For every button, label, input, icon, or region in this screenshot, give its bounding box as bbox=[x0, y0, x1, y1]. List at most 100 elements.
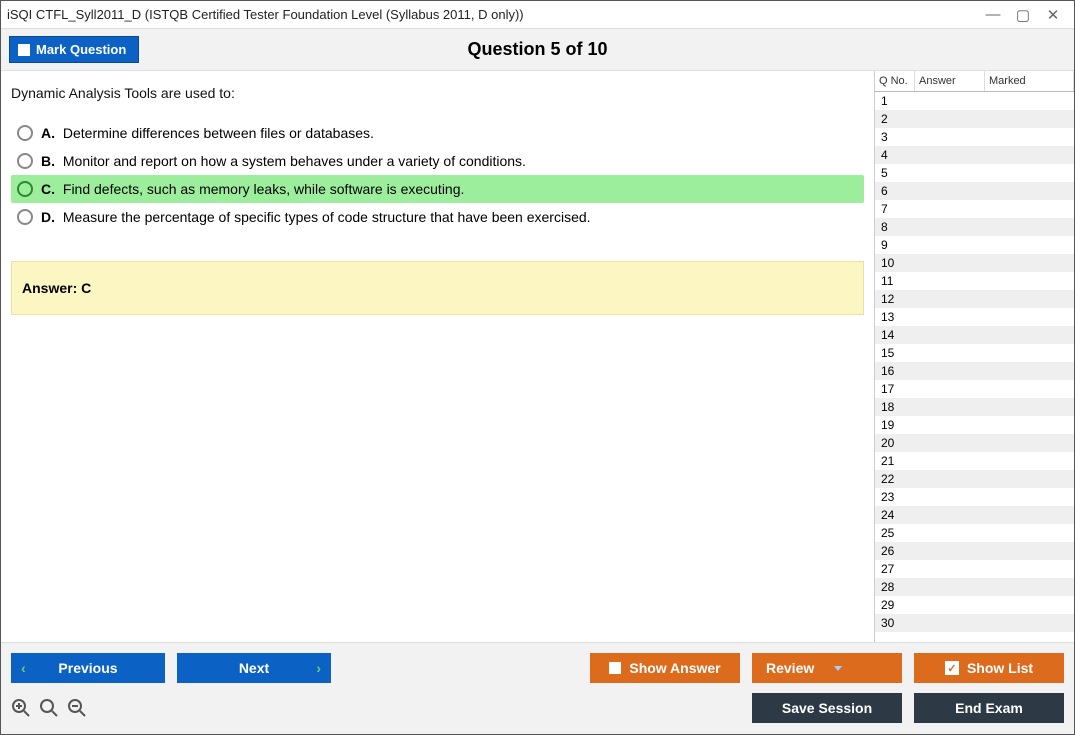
radio-icon[interactable] bbox=[17, 125, 33, 141]
question-panel: Dynamic Analysis Tools are used to: A. D… bbox=[1, 71, 874, 642]
qlist-qno: 1 bbox=[875, 94, 915, 108]
qlist-row[interactable]: 10 bbox=[875, 254, 1074, 272]
zoom-reset-icon[interactable] bbox=[39, 698, 59, 718]
zoom-out-icon[interactable] bbox=[67, 698, 87, 718]
qlist-row[interactable]: 5 bbox=[875, 164, 1074, 182]
square-icon bbox=[609, 662, 621, 674]
qlist-row[interactable]: 15 bbox=[875, 344, 1074, 362]
close-icon[interactable]: ✕ bbox=[1038, 6, 1068, 24]
qlist-row[interactable]: 22 bbox=[875, 470, 1074, 488]
next-button[interactable]: Next › bbox=[177, 653, 331, 683]
qlist-row[interactable]: 21 bbox=[875, 452, 1074, 470]
qlist-row[interactable]: 24 bbox=[875, 506, 1074, 524]
show-answer-button[interactable]: Show Answer bbox=[590, 653, 740, 683]
col-marked: Marked bbox=[985, 71, 1074, 91]
radio-icon[interactable] bbox=[17, 181, 33, 197]
mark-question-label: Mark Question bbox=[36, 42, 126, 57]
previous-button[interactable]: ‹ Previous bbox=[11, 653, 165, 683]
qlist-row[interactable]: 25 bbox=[875, 524, 1074, 542]
radio-icon[interactable] bbox=[17, 153, 33, 169]
qlist-qno: 28 bbox=[875, 580, 915, 594]
qlist-row[interactable]: 27 bbox=[875, 560, 1074, 578]
qlist-row[interactable]: 11 bbox=[875, 272, 1074, 290]
qlist-qno: 4 bbox=[875, 148, 915, 162]
maximize-icon[interactable]: ▢ bbox=[1008, 6, 1038, 24]
titlebar: iSQI CTFL_Syll2011_D (ISTQB Certified Te… bbox=[1, 1, 1074, 29]
previous-label: Previous bbox=[58, 660, 117, 676]
option-text: Measure the percentage of specific types… bbox=[59, 209, 591, 225]
qlist-qno: 6 bbox=[875, 184, 915, 198]
radio-icon[interactable] bbox=[17, 209, 33, 225]
qlist-row[interactable]: 12 bbox=[875, 290, 1074, 308]
mark-question-button[interactable]: Mark Question bbox=[9, 36, 139, 63]
qlist-qno: 11 bbox=[875, 274, 915, 288]
qlist-row[interactable]: 29 bbox=[875, 596, 1074, 614]
option-row[interactable]: C. Find defects, such as memory leaks, w… bbox=[11, 175, 864, 203]
qlist-qno: 14 bbox=[875, 328, 915, 342]
zoom-in-icon[interactable] bbox=[11, 698, 31, 718]
qlist-qno: 17 bbox=[875, 382, 915, 396]
save-session-button[interactable]: Save Session bbox=[752, 693, 902, 723]
qlist-row[interactable]: 14 bbox=[875, 326, 1074, 344]
qlist-row[interactable]: 17 bbox=[875, 380, 1074, 398]
chevron-left-icon: ‹ bbox=[21, 660, 26, 676]
option-label: D. Measure the percentage of specific ty… bbox=[41, 209, 591, 225]
col-qno: Q No. bbox=[875, 71, 915, 91]
qlist-row[interactable]: 23 bbox=[875, 488, 1074, 506]
qlist-row[interactable]: 20 bbox=[875, 434, 1074, 452]
qlist-row[interactable]: 28 bbox=[875, 578, 1074, 596]
qlist-row[interactable]: 19 bbox=[875, 416, 1074, 434]
qlist-row[interactable]: 3 bbox=[875, 128, 1074, 146]
qlist-qno: 27 bbox=[875, 562, 915, 576]
option-row[interactable]: D. Measure the percentage of specific ty… bbox=[11, 203, 864, 231]
show-list-label: Show List bbox=[967, 660, 1033, 676]
app-window: iSQI CTFL_Syll2011_D (ISTQB Certified Te… bbox=[0, 0, 1075, 735]
qlist-qno: 29 bbox=[875, 598, 915, 612]
show-list-button[interactable]: ✓ Show List bbox=[914, 653, 1064, 683]
qlist-qno: 2 bbox=[875, 112, 915, 126]
qlist-row[interactable]: 1 bbox=[875, 92, 1074, 110]
minimize-icon[interactable]: — bbox=[978, 6, 1008, 23]
qlist-qno: 3 bbox=[875, 130, 915, 144]
qlist-row[interactable]: 30 bbox=[875, 614, 1074, 632]
qlist-row[interactable]: 4 bbox=[875, 146, 1074, 164]
qlist-qno: 24 bbox=[875, 508, 915, 522]
qlist-row[interactable]: 7 bbox=[875, 200, 1074, 218]
option-text: Find defects, such as memory leaks, whil… bbox=[59, 181, 464, 197]
qlist-qno: 12 bbox=[875, 292, 915, 306]
window-title: iSQI CTFL_Syll2011_D (ISTQB Certified Te… bbox=[7, 7, 524, 22]
question-text: Dynamic Analysis Tools are used to: bbox=[11, 85, 864, 101]
qlist-row[interactable]: 8 bbox=[875, 218, 1074, 236]
qlist-row[interactable]: 18 bbox=[875, 398, 1074, 416]
question-title: Question 5 of 10 bbox=[467, 39, 607, 60]
answer-box: Answer: C bbox=[11, 261, 864, 315]
content-area: Dynamic Analysis Tools are used to: A. D… bbox=[1, 71, 1074, 642]
qlist-row[interactable]: 2 bbox=[875, 110, 1074, 128]
end-exam-label: End Exam bbox=[955, 700, 1023, 716]
qlist-qno: 21 bbox=[875, 454, 915, 468]
qlist-row[interactable]: 9 bbox=[875, 236, 1074, 254]
option-row[interactable]: A. Determine differences between files o… bbox=[11, 119, 864, 147]
footer: ‹ Previous Next › Show Answer Review ✓ S… bbox=[1, 642, 1074, 734]
end-exam-button[interactable]: End Exam bbox=[914, 693, 1064, 723]
qlist-row[interactable]: 26 bbox=[875, 542, 1074, 560]
review-button[interactable]: Review bbox=[752, 653, 902, 683]
chevron-down-icon bbox=[834, 666, 842, 671]
qlist-qno: 10 bbox=[875, 256, 915, 270]
option-row[interactable]: B. Monitor and report on how a system be… bbox=[11, 147, 864, 175]
option-text: Determine differences between files or d… bbox=[59, 125, 374, 141]
header-bar: Mark Question Question 5 of 10 bbox=[1, 29, 1074, 71]
review-label: Review bbox=[766, 660, 814, 676]
qlist-qno: 25 bbox=[875, 526, 915, 540]
option-text: Monitor and report on how a system behav… bbox=[59, 153, 526, 169]
qlist-qno: 18 bbox=[875, 400, 915, 414]
option-label: A. Determine differences between files o… bbox=[41, 125, 374, 141]
qlist-qno: 30 bbox=[875, 616, 915, 630]
option-letter: A. bbox=[41, 125, 55, 141]
qlist-row[interactable]: 16 bbox=[875, 362, 1074, 380]
qlist-row[interactable]: 13 bbox=[875, 308, 1074, 326]
qlist-qno: 13 bbox=[875, 310, 915, 324]
qlist-row[interactable]: 6 bbox=[875, 182, 1074, 200]
qlist-body[interactable]: 1234567891011121314151617181920212223242… bbox=[875, 92, 1074, 642]
qlist-qno: 22 bbox=[875, 472, 915, 486]
